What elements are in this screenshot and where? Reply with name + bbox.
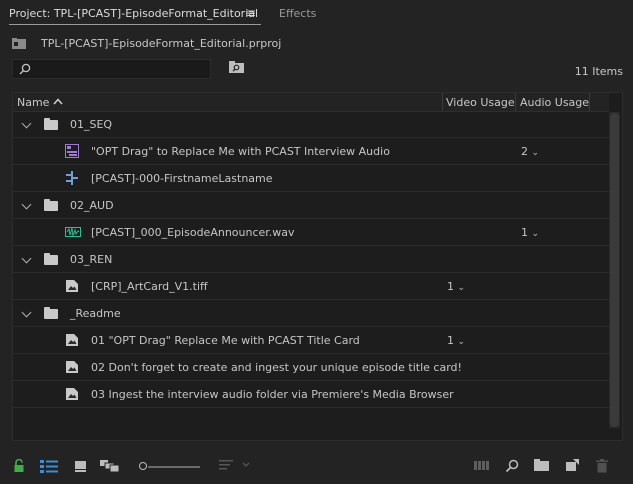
new-bin-icon[interactable] [534,459,550,472]
column-header-audio-usage[interactable]: Audio Usage [520,96,589,109]
item-name: "OPT Drag" to Replace Me with PCAST Inte… [91,145,390,158]
disclosure-triangle-icon[interactable] [21,253,32,264]
project-file-icon [12,38,26,49]
bin-row[interactable]: 03_REN [13,247,609,273]
item-row[interactable]: [CRP]_ArtCard_V1.tiff 1 ⌄ [13,274,609,300]
still-image-icon [65,279,79,293]
list-view-icon[interactable] [40,459,58,473]
item-count: 11 Items [574,65,623,78]
search-field[interactable] [12,59,211,79]
folder-icon [44,253,58,265]
find-icon[interactable] [505,459,519,473]
folder-icon [44,118,58,130]
folder-icon [44,199,58,211]
chevron-down-icon: ⌄ [457,337,466,347]
sort-ascending-icon[interactable] [53,98,63,105]
still-image-icon [65,360,79,374]
item-name: [CRP]_ArtCard_V1.tiff [91,280,208,293]
bin-row[interactable]: 01_SEQ [13,112,609,138]
audio-usage-count: 2 [521,145,528,158]
chevron-down-icon: ⌄ [531,148,540,158]
icon-view-icon[interactable] [74,459,88,473]
bin-name: 02_AUD [70,199,114,212]
video-usage-dropdown[interactable]: 1 ⌄ [447,280,465,293]
item-row[interactable]: 01 "OPT Drag" Replace Me with PCAST Titl… [13,328,609,354]
column-header-name[interactable]: Name [17,96,49,109]
item-name: 01 "OPT Drag" Replace Me with PCAST Titl… [91,334,360,347]
video-usage-count: 1 [447,334,454,347]
project-file-name: TPL-[PCAST]-EpisodeFormat_Editorial.prpr… [41,37,282,50]
active-tab-indicator [9,24,261,25]
panel-menu-button[interactable]: ≡ [246,6,256,20]
column-separator[interactable] [515,93,516,111]
folder-icon [44,307,58,319]
still-image-icon [65,333,79,347]
bin-name: 01_SEQ [70,118,113,131]
item-row[interactable]: [PCAST]-000-FirstnameLastname [13,166,609,192]
column-header-video-usage[interactable]: Video Usage [446,96,515,109]
video-usage-dropdown[interactable]: 1 ⌄ [447,334,465,347]
tab-project[interactable]: Project: TPL-[PCAST]-EpisodeFormat_Edito… [9,7,258,20]
trash-icon[interactable] [596,459,608,473]
item-name: [PCAST]-000-FirstnameLastname [91,172,273,185]
disclosure-triangle-icon[interactable] [21,118,32,129]
zoom-slider[interactable] [148,466,200,468]
audio-usage-dropdown[interactable]: 1 ⌄ [521,226,539,239]
column-separator[interactable] [442,93,443,111]
search-input[interactable] [35,62,205,76]
multicam-icon [65,171,79,185]
item-name: 02 Don't forget to create and ingest you… [91,361,462,374]
bin-row[interactable]: _Readme [13,301,609,327]
new-search-bin-icon[interactable] [229,61,245,74]
audio-waveform-icon [65,225,81,239]
audio-usage-count: 1 [521,226,528,239]
item-row[interactable]: [PCAST]_000_EpisodeAnnouncer.wav 1 ⌄ [13,220,609,246]
scrollbar-thumb[interactable] [610,113,619,427]
video-usage-count: 1 [447,280,454,293]
item-row[interactable]: 03 Ingest the interview audio folder via… [13,382,609,408]
item-name: 03 Ingest the interview audio folder via… [91,388,454,401]
bin-name: 03_REN [70,253,113,266]
sequence-icon [65,144,79,158]
freeform-view-icon[interactable] [100,459,120,473]
new-item-icon[interactable] [566,459,580,472]
search-icon [19,63,31,75]
chevron-down-icon: ⌄ [531,229,540,239]
still-image-icon [65,387,79,401]
bin-name: _Readme [70,307,121,320]
item-row[interactable]: 02 Don't forget to create and ingest you… [13,355,609,381]
zoom-slider-knob[interactable] [139,462,147,470]
disclosure-triangle-icon[interactable] [21,307,32,318]
item-name: [PCAST]_000_EpisodeAnnouncer.wav [91,226,295,239]
disclosure-triangle-icon[interactable] [21,199,32,210]
automate-to-sequence-icon[interactable] [474,459,490,471]
chevron-down-icon: ⌄ [457,283,466,293]
item-row[interactable]: "OPT Drag" to Replace Me with PCAST Inte… [13,139,609,165]
tab-effects[interactable]: Effects [279,7,316,20]
lock-icon[interactable] [13,459,25,473]
sort-icons-icon[interactable] [219,459,253,471]
column-separator[interactable] [589,93,590,111]
audio-usage-dropdown[interactable]: 2 ⌄ [521,145,539,158]
bin-row[interactable]: 02_AUD [13,193,609,219]
column-header-row: Name Video Usage Audio Usage [13,93,609,112]
